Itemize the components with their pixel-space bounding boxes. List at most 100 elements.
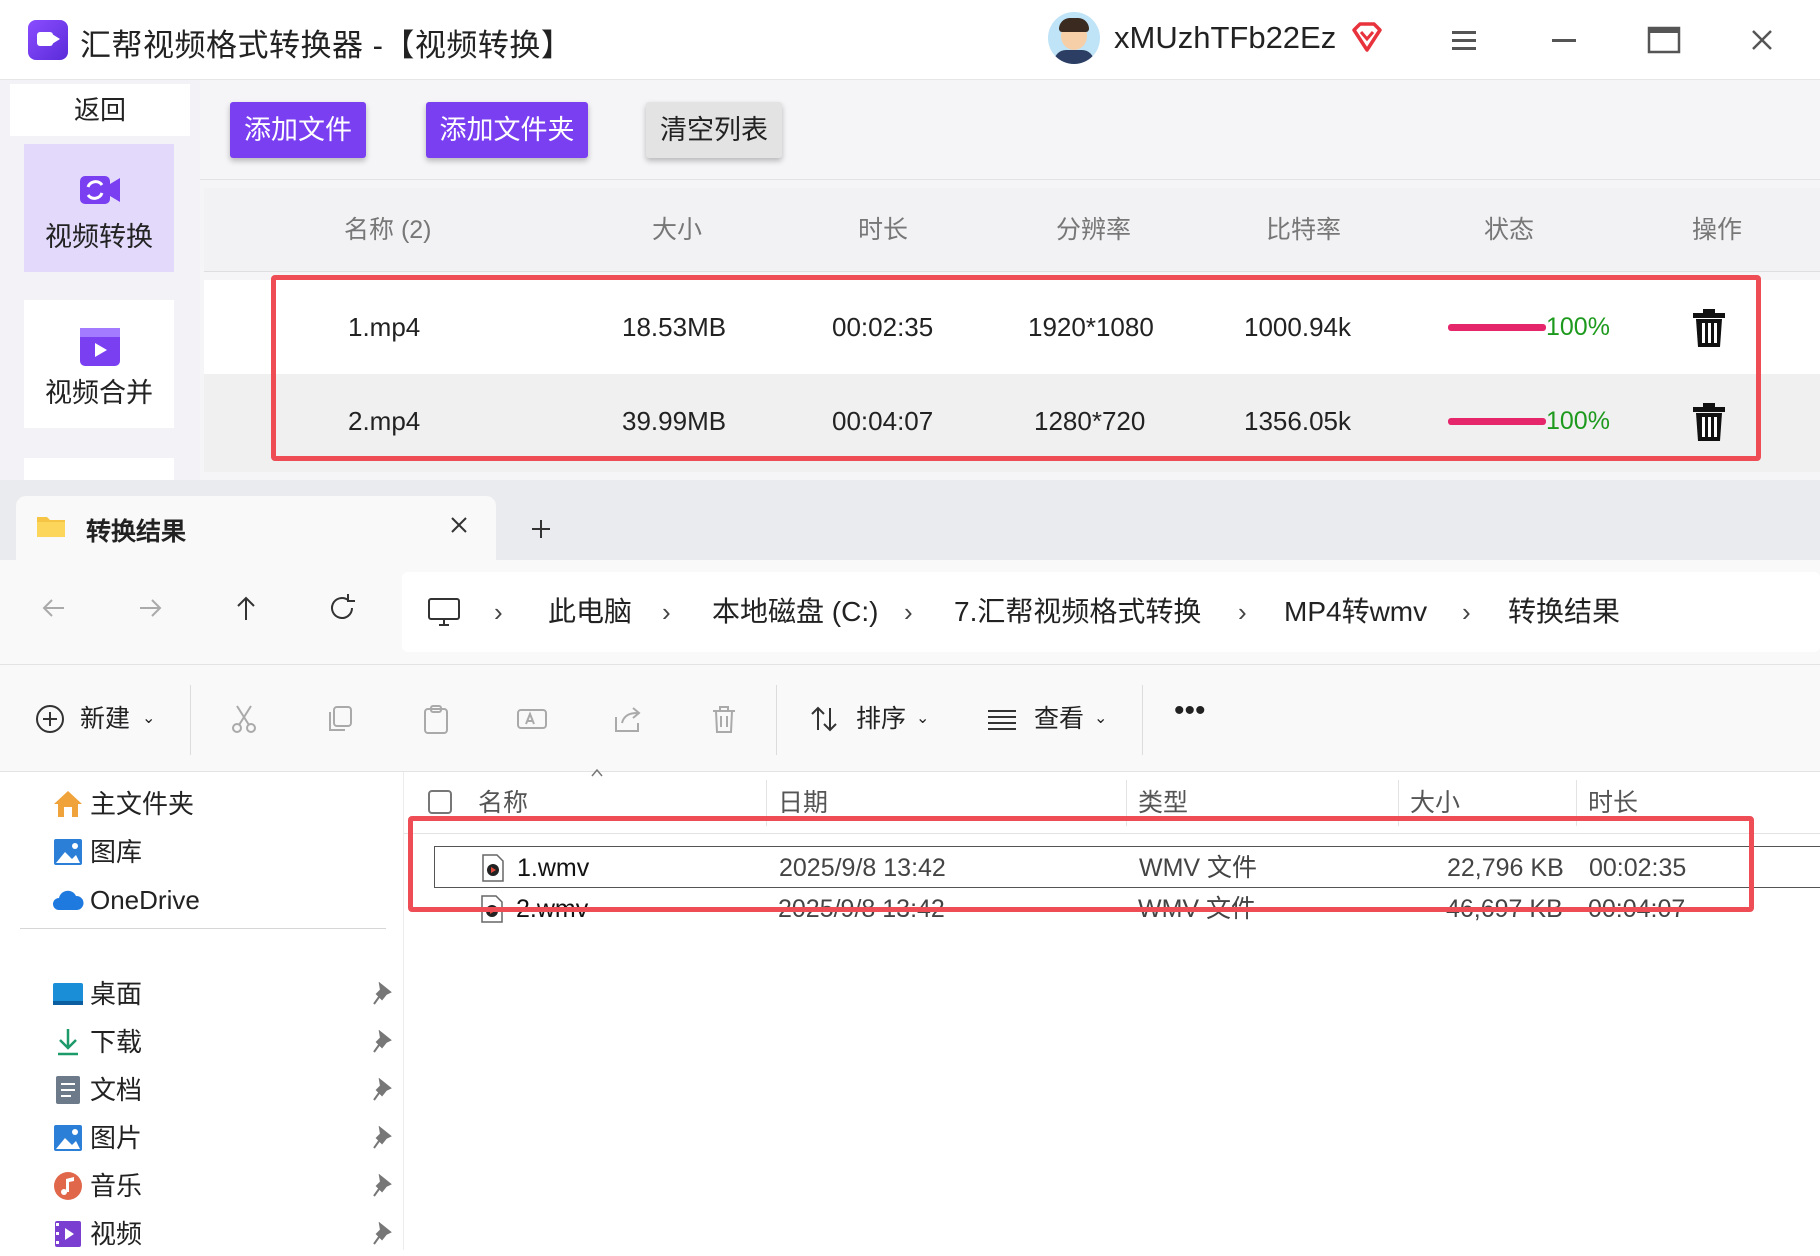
add-file-button[interactable]: 添加文件 [230, 102, 366, 158]
sidebar: 返回 视频转换 视频合并 [0, 80, 200, 488]
nav-item-downloads[interactable]: 下载 [52, 1020, 392, 1064]
nav-item-label: 下载 [90, 1027, 143, 1057]
video-icon [55, 1221, 81, 1247]
file-size: 46,697 KB [1446, 895, 1563, 923]
file-resolution: 1280*720 [1034, 406, 1146, 436]
column-header-name[interactable]: 名称 [478, 772, 528, 834]
avatar[interactable] [1048, 12, 1100, 64]
close-icon[interactable] [444, 510, 474, 540]
file-bitrate: 1000.94k [1244, 312, 1351, 342]
tab-conversion-results[interactable]: 转换结果 [16, 496, 496, 560]
pin-icon[interactable] [372, 1174, 394, 1198]
table-row[interactable]: 1.mp4 18.53MB 00:02:35 1920*1080 1000.94… [204, 280, 1820, 374]
forward-arrow-icon[interactable] [130, 588, 170, 628]
table-row[interactable]: 2.mp4 39.99MB 00:04:07 1280*720 1356.05k… [204, 374, 1820, 472]
pin-icon[interactable] [372, 1030, 394, 1054]
pin-icon[interactable] [372, 982, 394, 1006]
select-all-checkbox[interactable] [428, 790, 452, 814]
breadcrumb-mp4-wmv[interactable]: MP4转wmv [1284, 572, 1427, 652]
column-header-resolution: 分辨率 [1056, 216, 1132, 244]
column-header-name[interactable]: 名称 (2) [344, 188, 432, 272]
divider [20, 928, 386, 929]
file-explorer-window: 转换结果 › 此电脑 › 本地磁盘 (C:) › 7.汇帮视频格式转换 › MP… [0, 480, 1820, 1250]
hamburger-icon[interactable] [1444, 20, 1484, 60]
app-title: 汇帮视频格式转换器 -【视频转换】 [80, 28, 573, 63]
pin-icon[interactable] [372, 1078, 394, 1102]
sort-label: 排序 [856, 705, 907, 733]
column-divider[interactable] [1576, 780, 1577, 826]
nav-item-music[interactable]: 音乐 [52, 1164, 392, 1208]
maximize-icon[interactable] [1644, 20, 1684, 60]
file-list: 名称 日期 类型 大小 时长 1.wmv 2025/9/8 13:42 WMV … [404, 768, 1820, 1250]
sort-icon [811, 706, 837, 732]
share-icon[interactable] [612, 703, 644, 735]
breadcrumb-app-folder[interactable]: 7.汇帮视频格式转换 [954, 572, 1201, 652]
pin-icon[interactable] [372, 1126, 394, 1150]
breadcrumb-local-disk[interactable]: 本地磁盘 (C:) [712, 572, 878, 652]
breadcrumb-results[interactable]: 转换结果 [1508, 572, 1620, 652]
video-file-icon [482, 854, 504, 882]
nav-item-onedrive[interactable]: OneDrive [52, 878, 392, 922]
video-convert-icon [80, 176, 120, 204]
file-size: 22,796 KB [1447, 854, 1564, 882]
column-divider[interactable] [766, 780, 767, 826]
nav-item-desktop[interactable]: 桌面 [52, 972, 392, 1016]
clear-list-button[interactable]: 清空列表 [646, 102, 782, 158]
diamond-icon[interactable] [1350, 20, 1384, 54]
nav-item-home[interactable]: 主文件夹 [52, 782, 392, 826]
copy-icon[interactable] [324, 703, 356, 735]
refresh-icon[interactable] [322, 588, 362, 628]
divider [1142, 685, 1143, 755]
add-folder-button[interactable]: 添加文件夹 [426, 102, 588, 158]
sidebar-item-video-merge[interactable]: 视频合并 [24, 300, 174, 428]
plus-icon[interactable] [526, 514, 556, 544]
cut-icon[interactable] [228, 703, 260, 735]
picture-icon [54, 1125, 82, 1151]
file-row[interactable]: 1.wmv 2025/9/8 13:42 WMV 文件 22,796 KB 00… [434, 846, 1820, 888]
column-header-duration[interactable]: 时长 [1588, 772, 1638, 834]
column-header-type[interactable]: 类型 [1138, 772, 1188, 834]
desktop-icon [53, 983, 83, 1005]
file-name: 2.wmv [516, 895, 589, 923]
pin-icon[interactable] [372, 1222, 394, 1246]
file-name: 1.wmv [517, 854, 590, 882]
back-button[interactable]: 返回 [10, 84, 190, 136]
nav-item-label: 桌面 [90, 979, 143, 1009]
file-row[interactable]: 2.wmv 2025/9/8 13:42 WMV 文件 46,697 KB 00… [434, 888, 1820, 930]
sidebar-item-video-convert[interactable]: 视频转换 [24, 144, 174, 272]
paste-icon[interactable] [420, 703, 452, 735]
up-arrow-icon[interactable] [226, 588, 266, 628]
new-button[interactable]: 新建 ⌄ [34, 665, 164, 773]
back-arrow-icon[interactable] [34, 588, 74, 628]
chevron-right-icon: › [662, 597, 671, 627]
nav-item-documents[interactable]: 文档 [52, 1068, 392, 1112]
nav-item-videos[interactable]: 视频 [52, 1212, 392, 1256]
rename-icon[interactable] [516, 703, 548, 735]
file-duration: 00:04:07 [832, 406, 934, 436]
column-divider[interactable] [1126, 780, 1127, 826]
trash-icon[interactable] [1692, 308, 1726, 348]
nav-item-label: 主文件夹 [90, 789, 195, 819]
sort-button[interactable]: 排序 ⌄ [808, 665, 938, 773]
document-icon [56, 1076, 80, 1104]
breadcrumb-this-pc[interactable]: 此电脑 [548, 572, 632, 652]
address-bar[interactable]: › 此电脑 › 本地磁盘 (C:) › 7.汇帮视频格式转换 › MP4转wmv… [402, 572, 1820, 652]
view-button[interactable]: 查看 ⌄ [986, 665, 1116, 773]
chevron-right-icon: › [1238, 597, 1247, 627]
minimize-icon[interactable] [1544, 20, 1584, 60]
nav-item-gallery[interactable]: 图库 [52, 830, 392, 874]
close-icon[interactable] [1742, 20, 1782, 60]
nav-item-pictures[interactable]: 图片 [52, 1116, 392, 1160]
trash-icon[interactable] [1692, 402, 1726, 442]
column-divider[interactable] [1398, 780, 1399, 826]
chevron-down-icon: ⌄ [142, 710, 156, 727]
column-header-date[interactable]: 日期 [778, 772, 828, 834]
home-icon [54, 791, 82, 817]
view-list-icon [988, 710, 1016, 730]
column-header-size[interactable]: 大小 [1410, 772, 1460, 834]
folder-icon [37, 517, 65, 537]
username[interactable]: xMUzhTFb22Ez [1114, 20, 1336, 56]
delete-icon[interactable] [708, 703, 740, 735]
more-options-icon[interactable]: ••• [1174, 657, 1206, 765]
nav-item-label: 音乐 [90, 1171, 143, 1201]
